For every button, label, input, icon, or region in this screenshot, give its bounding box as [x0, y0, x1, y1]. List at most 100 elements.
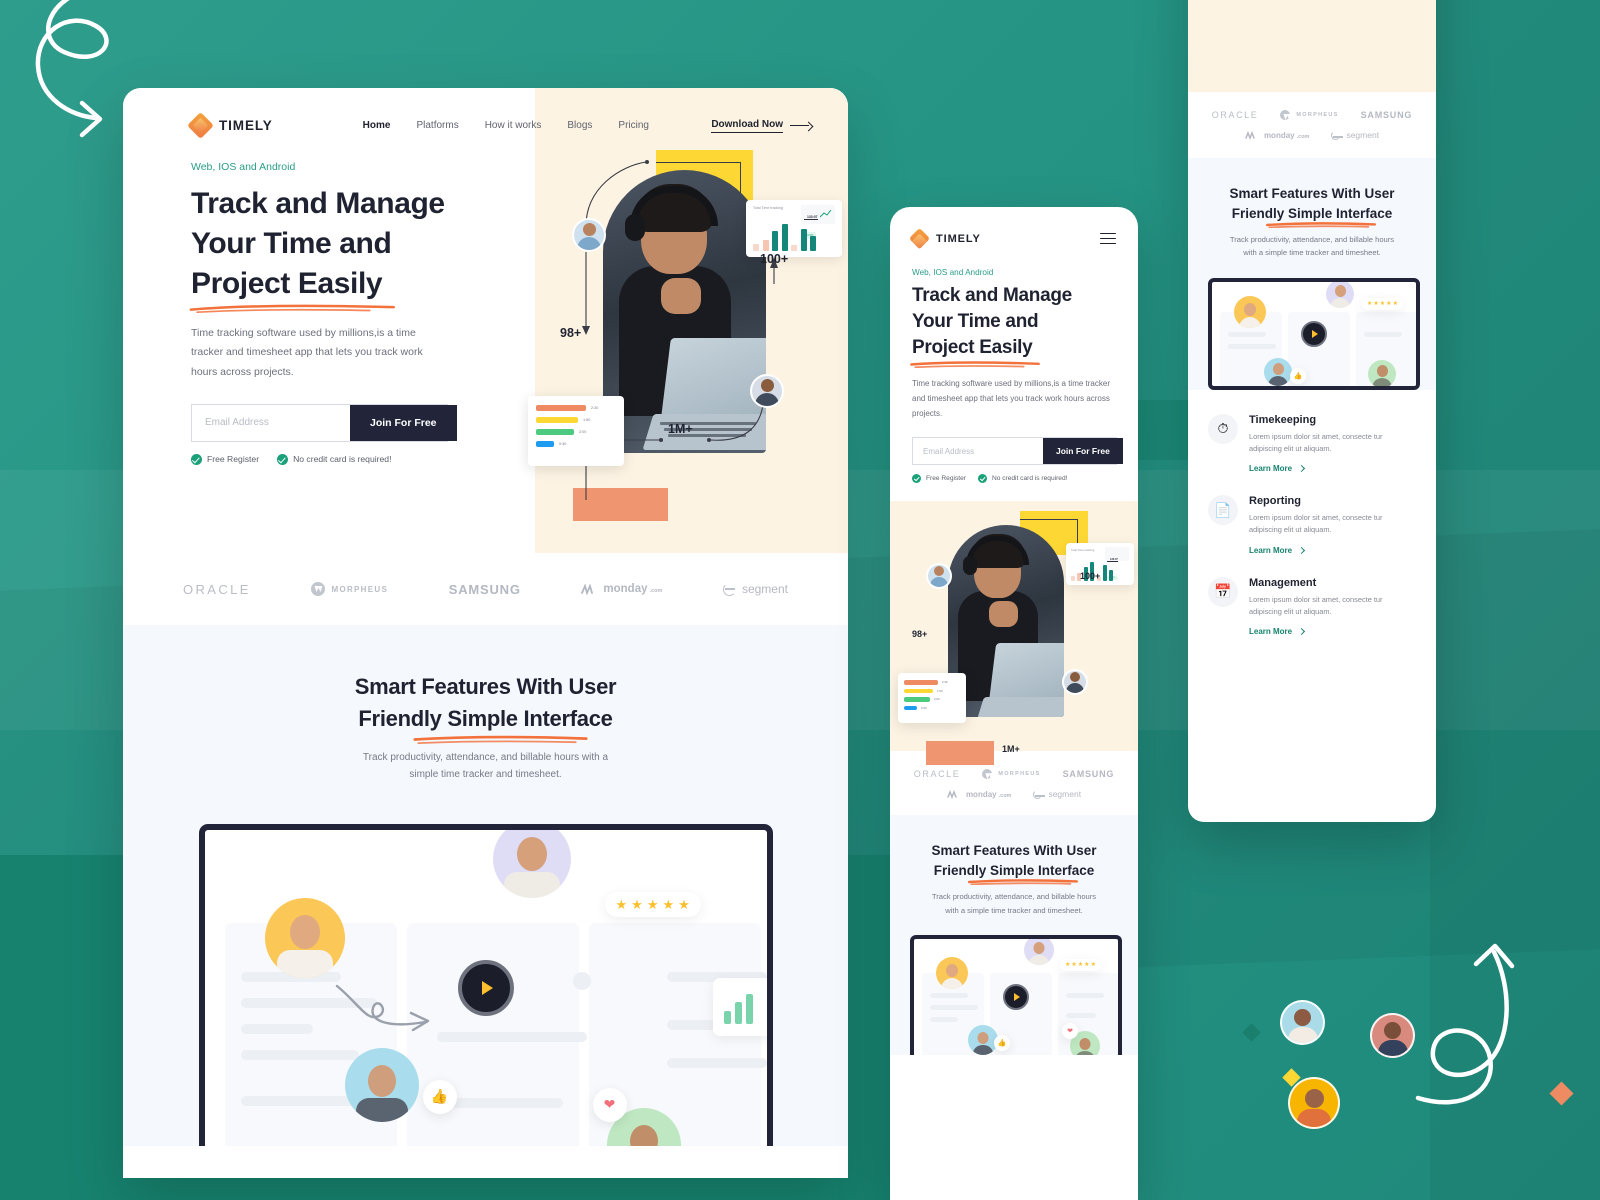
feature-title: Reporting [1249, 495, 1301, 508]
star-icon: ★ [1071, 961, 1077, 968]
logo-suffix: .com [998, 792, 1012, 799]
nav-link-home[interactable]: Home [363, 120, 391, 131]
join-for-free-button[interactable]: Join For Free [350, 404, 457, 441]
feature-title: Timekeeping [1249, 413, 1317, 426]
hamburger-menu-icon[interactable] [1100, 232, 1116, 245]
subtitle-line-2: with a simple time tracker and timesheet… [1243, 248, 1381, 258]
email-field[interactable] [192, 417, 350, 429]
avatar [1062, 669, 1088, 696]
mobile-mockup: TIMELY Web, IOS and Android Track and Ma… [890, 207, 1138, 1200]
time-value: 2:30 [591, 406, 599, 410]
nav-link-platforms[interactable]: Platforms [416, 120, 458, 131]
section-title-line-1: Smart Features With User [354, 674, 617, 699]
time-row: 0:30 [904, 705, 960, 711]
time-value: 1:50 [583, 418, 591, 422]
perk-free-register: Free Register [912, 474, 966, 484]
heart-icon: ❤ [1062, 1022, 1078, 1039]
product-video-preview[interactable]: ★ ★ ★ ★ ★ 👍 ❤ [910, 934, 1122, 1055]
time-value: 2:00 [579, 430, 587, 434]
time-row: 2:00 [904, 697, 960, 702]
monday-logo-icon: monday .com [581, 583, 662, 595]
nav-link-blogs[interactable]: Blogs [567, 120, 592, 131]
oracle-logo-icon: ORACLE [1212, 110, 1259, 120]
subtitle-line-1: Track productivity, attendance, and bill… [931, 892, 1097, 902]
desktop-mockup: TIMELY Home Platforms How it works Blogs… [123, 88, 848, 1178]
headline-line-3: Project Easily [912, 337, 1033, 359]
learn-more-link[interactable]: Learn More [1249, 627, 1416, 636]
stopwatch-icon: ⏱ [1208, 413, 1238, 444]
segment-logo-icon: segment [1331, 130, 1379, 140]
avatar [572, 218, 606, 252]
section-title-line-2: Friendly Simple Interface [933, 862, 1095, 878]
curved-arrow-icon [335, 984, 429, 1031]
sparkline-icon [820, 210, 832, 218]
calendar-clock-icon: 📅 [1208, 576, 1238, 607]
headline-line-3: Project Easily [191, 266, 383, 300]
orange-shape [573, 488, 668, 521]
headline-line-1: Track and Manage [912, 285, 1072, 306]
time-value: 1:50 [937, 688, 943, 693]
star-icon: ★ [1077, 961, 1084, 968]
logo-label: segment [1346, 130, 1380, 140]
hero-photo [603, 170, 766, 453]
section-subtitle: Track productivity, attendance, and bill… [1208, 233, 1416, 260]
perk-label: Free Register [207, 454, 260, 465]
monday-mark-icon [581, 583, 594, 595]
star-icon: ★ [1065, 961, 1071, 968]
nav-link-pricing[interactable]: Pricing [618, 120, 649, 131]
learn-more-link[interactable]: Learn More [1249, 546, 1416, 555]
avatar [1326, 281, 1354, 308]
play-button-icon[interactable] [1301, 320, 1327, 347]
page-title: Track and Manage Your Time and Project E… [910, 283, 1116, 368]
rating-stars: ★ ★ ★ ★ ★ [1060, 958, 1101, 971]
email-field[interactable] [913, 446, 1043, 456]
avatar [1368, 359, 1396, 386]
learn-more-link[interactable]: Learn More [1249, 464, 1416, 473]
feature-card-reporting: 📄 Reporting Lorem ipsum dolor sit amet, … [1208, 495, 1416, 555]
underline-stroke-icon [967, 879, 1078, 886]
brand-logo[interactable]: TIMELY [908, 227, 981, 250]
join-for-free-button[interactable]: Join For Free [1043, 438, 1123, 465]
time-row: 0:30 [536, 441, 616, 447]
section-title-line-2: Friendly Simple Interface [1231, 205, 1393, 221]
brand-logo[interactable]: TIMELY [187, 112, 273, 139]
play-button-icon[interactable] [457, 959, 514, 1016]
star-icon: ★ [1392, 300, 1398, 307]
feature-title: Management [1249, 576, 1317, 589]
logo-label: ORACLE [1211, 110, 1259, 120]
chevron-right-icon [1298, 627, 1306, 636]
time-value: 0:30 [559, 442, 567, 446]
logo-label: ORACLE [183, 581, 251, 597]
thumbs-up-icon: 👍 [1290, 367, 1306, 384]
check-circle-icon [277, 453, 289, 465]
avatar [344, 1047, 419, 1122]
stat-value: 98+ [912, 629, 928, 640]
hero-eyebrow: Web, IOS and Android [912, 268, 994, 277]
stat-value: 1M+ [1002, 744, 1020, 755]
avatar [1264, 357, 1292, 386]
signup-perks: Free Register No credit card is required… [912, 474, 1116, 484]
subtitle-line-2: simple time tracker and timesheet. [409, 769, 562, 781]
samsung-logo-icon: SAMSUNG [449, 582, 521, 597]
avatar [1280, 1000, 1325, 1045]
mini-chart-card [712, 977, 767, 1036]
logo-label: monday [603, 583, 648, 595]
avatar [1370, 1013, 1415, 1058]
nav-link-how-it-works[interactable]: How it works [485, 120, 542, 131]
product-video-preview[interactable]: ★ ★ ★ ★ ★ 👍 ❤ [198, 823, 773, 1146]
stat-value: 100+ [760, 252, 789, 266]
download-now-button[interactable]: Download Now [711, 119, 812, 133]
avatar [1024, 938, 1054, 965]
diamond-logo-icon [187, 112, 214, 139]
logo-label: ORACLE [913, 769, 961, 780]
section-subtitle: Track productivity, attendance, and bill… [910, 890, 1118, 917]
learn-more-label: Learn More [1249, 627, 1293, 636]
play-button-icon[interactable] [1003, 983, 1029, 1010]
stat-value: 1M+ [668, 422, 693, 436]
logo-label: monday [1263, 130, 1295, 140]
star-icon: ★ [1373, 300, 1379, 307]
product-video-preview[interactable]: ★ ★ ★ ★ ★ 👍 [1208, 277, 1420, 390]
monday-logo-icon: monday .com [947, 789, 1012, 799]
client-logos: ORACLE MORPHEUS SAMSUNG monday .com segme… [123, 553, 848, 625]
subtitle-line-1: Track productivity, attendance, and bill… [1229, 235, 1395, 245]
